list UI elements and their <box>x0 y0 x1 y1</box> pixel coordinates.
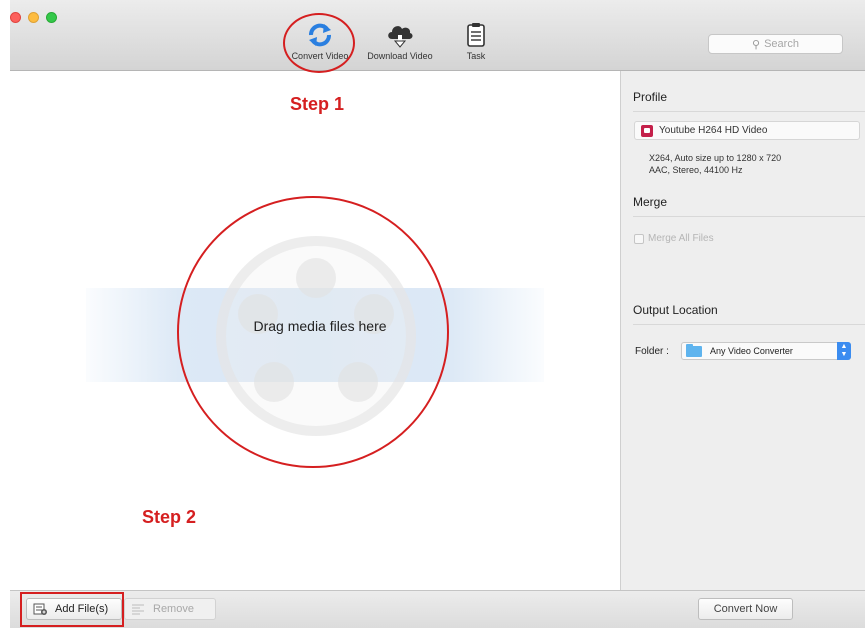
profile-select[interactable]: Youtube H264 HD Video <box>634 121 860 140</box>
merge-title: Merge <box>633 195 668 209</box>
profile-video-desc: X264, Auto size up to 1280 x 720 <box>649 153 782 163</box>
merge-all-files-label: Merge All Files <box>648 233 714 244</box>
download-video-label: Download Video <box>367 51 433 61</box>
bottom-bar: Add File(s) Remove Convert Now <box>10 590 865 628</box>
profile-value: Youtube H264 HD Video <box>659 125 768 136</box>
convert-now-label: Convert Now <box>713 603 778 615</box>
convert-now-button[interactable]: Convert Now <box>698 598 793 620</box>
folder-select[interactable]: Any Video Converter ▲ ▼ <box>681 342 851 360</box>
output-location-title: Output Location <box>633 303 718 317</box>
divider <box>633 111 865 112</box>
step1-annotation: Step 1 <box>290 94 345 114</box>
search-placeholder: Search <box>764 38 799 50</box>
toolbar: Convert Video Download Video Task ⚲ Sear… <box>10 0 865 71</box>
folder-label: Folder : <box>635 346 669 357</box>
download-cloud-icon <box>383 20 417 50</box>
remove-label: Remove <box>153 603 194 615</box>
minimize-window-button[interactable] <box>28 12 39 23</box>
checkbox-box <box>634 233 644 244</box>
profile-title: Profile <box>633 90 668 104</box>
drop-highlight-circle <box>177 196 449 468</box>
step1-highlight-circle <box>283 13 355 73</box>
divider <box>633 324 865 325</box>
search-field[interactable]: ⚲ Search <box>708 34 843 54</box>
search-icon: ⚲ <box>752 38 761 51</box>
task-tool[interactable]: Task <box>436 20 516 61</box>
clipboard-icon <box>459 20 493 50</box>
settings-panel: Profile Youtube H264 HD Video X264, Auto… <box>620 71 865 590</box>
profile-audio-desc: AAC, Stereo, 44100 Hz <box>649 165 743 175</box>
chevron-updown-icon: ▲ ▼ <box>837 342 851 360</box>
remove-list-icon <box>131 603 145 615</box>
folder-icon <box>686 343 702 357</box>
task-label: Task <box>466 51 486 61</box>
download-video-tool[interactable]: Download Video <box>360 20 440 61</box>
divider <box>633 216 865 217</box>
remove-button[interactable]: Remove <box>124 598 216 620</box>
close-window-button[interactable] <box>10 12 21 23</box>
step2-annotation: Step 2 <box>142 507 197 527</box>
video-profile-icon <box>641 124 653 137</box>
add-files-highlight-box <box>20 592 124 627</box>
folder-value: Any Video Converter <box>710 346 793 356</box>
maximize-window-button[interactable] <box>46 12 57 23</box>
merge-all-files-checkbox[interactable]: Merge All Files <box>634 233 714 244</box>
